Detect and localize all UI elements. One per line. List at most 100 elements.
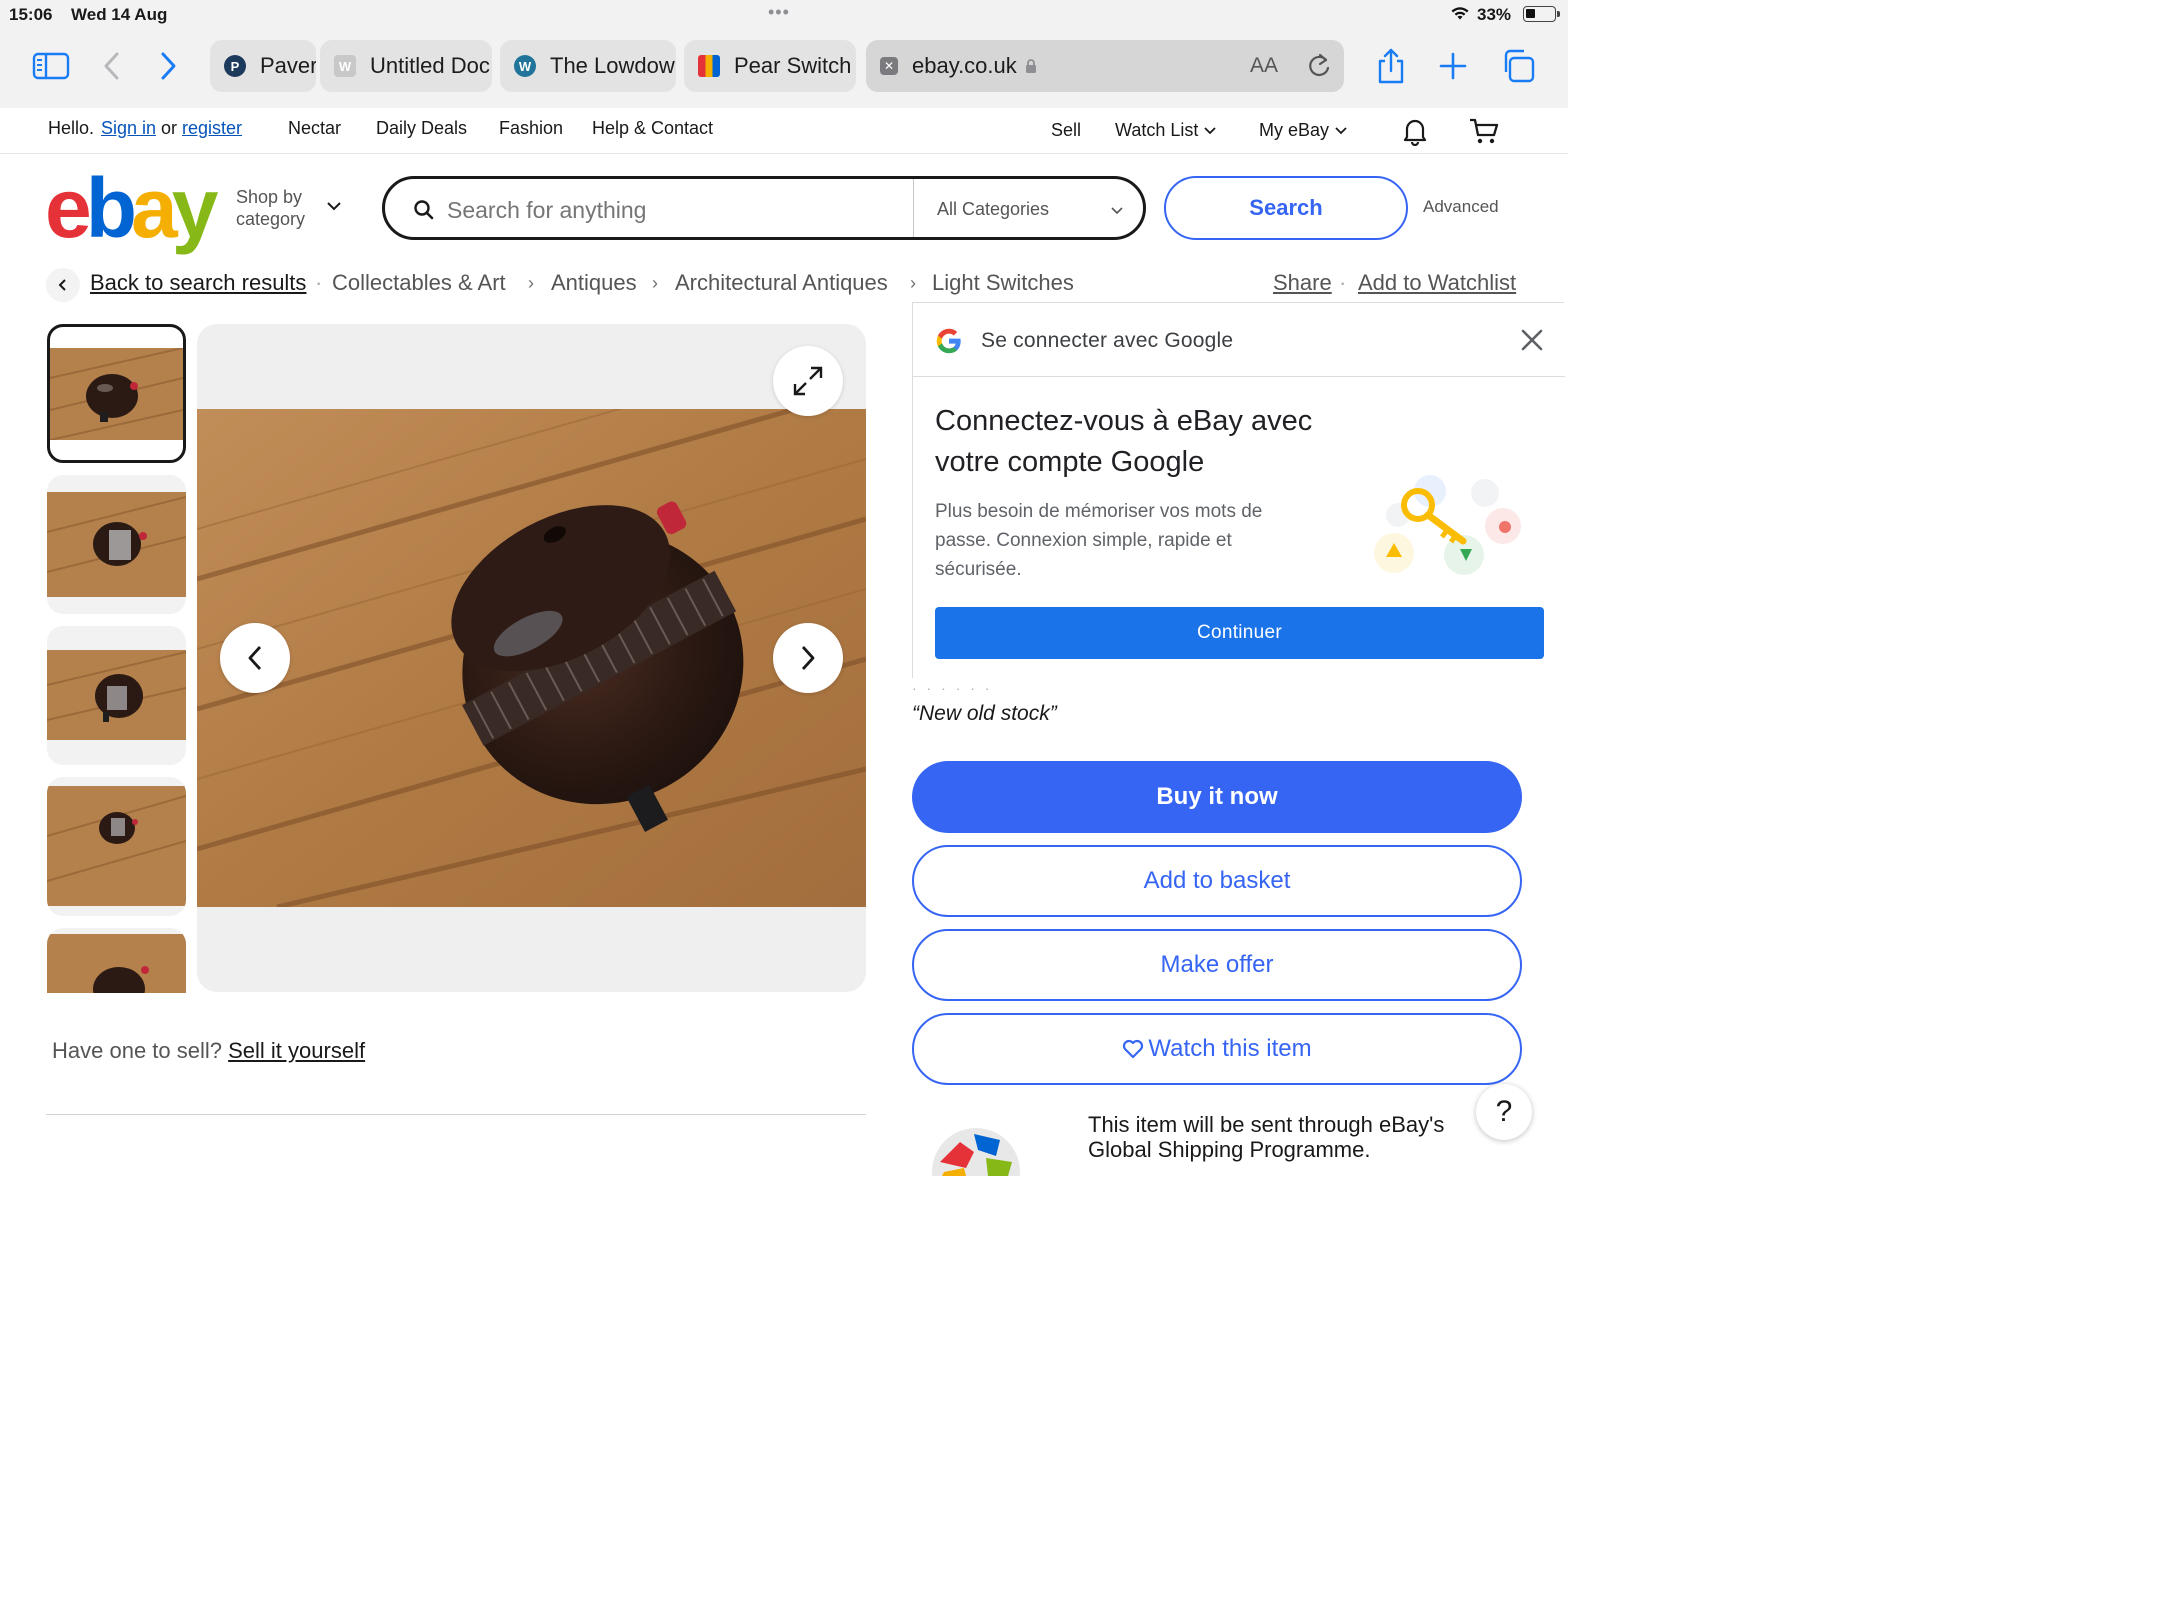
ebay-top-nav: Hello. Sign in or register Nectar Daily … bbox=[0, 108, 1568, 154]
wifi-icon bbox=[1451, 7, 1469, 20]
chevron-left-icon bbox=[58, 279, 66, 291]
status-time: 15:06 bbox=[9, 5, 53, 24]
cart-icon[interactable] bbox=[1468, 116, 1500, 146]
register-link[interactable]: register bbox=[182, 118, 242, 139]
chevron-right-icon bbox=[801, 646, 815, 670]
close-tab-icon[interactable]: ✕ bbox=[880, 57, 898, 75]
previous-image-button[interactable] bbox=[220, 623, 290, 693]
search-divider bbox=[913, 179, 914, 237]
product-thumbnail-image bbox=[47, 934, 186, 993]
nav-link-daily-deals[interactable]: Daily Deals bbox=[376, 118, 467, 139]
thumbnail-5[interactable] bbox=[47, 928, 186, 993]
battery-percent: 33% bbox=[1477, 5, 1512, 24]
heart-icon bbox=[1123, 1039, 1144, 1059]
product-main-image bbox=[197, 409, 866, 907]
google-popup-heading: Connectez-vous à eBay avec votre compte … bbox=[935, 405, 1313, 478]
multitasking-dots-icon[interactable]: ••• bbox=[768, 2, 790, 23]
reload-icon[interactable] bbox=[1306, 52, 1332, 80]
nav-link-nectar[interactable]: Nectar bbox=[288, 118, 341, 139]
breadcrumb-dot: · bbox=[1339, 270, 1347, 295]
rating-dots: · · · · · · bbox=[912, 680, 993, 696]
logo-letter: y bbox=[171, 161, 219, 255]
back-to-results-link[interactable]: Back to search results bbox=[90, 270, 306, 296]
google-popup-header: Se connecter avec Google bbox=[913, 303, 1565, 377]
advanced-search-link[interactable]: Advanced bbox=[1423, 197, 1499, 217]
breadcrumb-item[interactable]: Collectables & Art bbox=[332, 270, 506, 296]
add-to-watchlist-link[interactable]: Add to Watchlist bbox=[1358, 270, 1516, 296]
breadcrumb-item[interactable]: Architectural Antiques bbox=[675, 270, 888, 296]
lock-icon bbox=[1025, 59, 1036, 73]
shop-by-label: Shop by bbox=[236, 187, 303, 207]
sell-link[interactable]: Sell bbox=[1051, 120, 1081, 141]
breadcrumb-item[interactable]: Light Switches bbox=[932, 270, 1074, 296]
tab-title: The Lowdow bbox=[550, 53, 675, 78]
share-icon[interactable] bbox=[1372, 46, 1410, 86]
category-select[interactable]: All Categories bbox=[937, 199, 1049, 220]
product-thumbnail-image bbox=[47, 650, 186, 740]
thumbnail-2[interactable] bbox=[47, 475, 186, 614]
browser-tab-paver[interactable]: P Paver bbox=[210, 40, 316, 92]
search-icon bbox=[414, 200, 434, 220]
tab-title: Pear Switch bbox=[734, 53, 852, 78]
google-signin-popup: Se connecter avec Google Connectez-vous … bbox=[912, 302, 1565, 678]
back-chevron-button[interactable] bbox=[46, 268, 80, 302]
thumbnail-1[interactable] bbox=[47, 324, 186, 463]
notification-bell-icon[interactable] bbox=[1401, 116, 1429, 146]
sign-in-link[interactable]: Sign in bbox=[101, 118, 156, 139]
doc-favicon-icon: W bbox=[334, 55, 356, 77]
nav-link-fashion[interactable]: Fashion bbox=[499, 118, 563, 139]
global-shipping-note: This item will be sent through eBay's Gl… bbox=[1088, 1112, 1445, 1162]
close-icon[interactable] bbox=[1519, 327, 1545, 353]
help-button[interactable]: ? bbox=[1476, 1084, 1532, 1140]
search-input[interactable]: Search for anything bbox=[447, 197, 646, 224]
watch-list-label: Watch List bbox=[1115, 120, 1199, 140]
wordpress-favicon-icon: W bbox=[514, 55, 536, 77]
make-offer-button[interactable]: Make offer bbox=[912, 929, 1522, 1001]
sell-it-yourself-link[interactable]: Sell it yourself bbox=[228, 1038, 365, 1063]
shop-by-category-button[interactable]: Shop by category bbox=[236, 186, 341, 230]
status-date: Wed 14 Aug bbox=[71, 5, 168, 24]
logo-letter: a bbox=[131, 161, 178, 255]
watch-label: Watch this item bbox=[1148, 1035, 1312, 1062]
ebay-logo[interactable]: ebay bbox=[45, 166, 218, 250]
thumbnail-3[interactable] bbox=[47, 626, 186, 765]
main-image-viewer[interactable] bbox=[197, 324, 866, 992]
key-illustration-icon bbox=[1374, 475, 1521, 575]
address-bar-url[interactable]: ebay.co.uk bbox=[912, 53, 1017, 79]
fullscreen-button[interactable] bbox=[773, 346, 843, 416]
forward-arrow-icon[interactable] bbox=[154, 46, 182, 86]
browser-chrome: 15:06 Wed 14 Aug ••• 33% P Paver W Untit… bbox=[0, 0, 1568, 108]
nav-link-help-contact[interactable]: Help & Contact bbox=[592, 118, 713, 139]
divider bbox=[46, 1114, 866, 1115]
tab-overview-icon[interactable] bbox=[1498, 46, 1538, 86]
sell-prompt-text: Have one to sell? bbox=[52, 1038, 222, 1063]
sell-prompt: Have one to sell? Sell it yourself bbox=[52, 1038, 365, 1064]
chevron-right-icon: › bbox=[910, 273, 916, 293]
thumbnail-4[interactable] bbox=[47, 777, 186, 916]
sidebar-toggle-icon[interactable] bbox=[30, 46, 72, 86]
watch-list-menu[interactable]: Watch List bbox=[1115, 120, 1217, 141]
back-arrow-icon[interactable] bbox=[98, 46, 126, 86]
my-ebay-menu[interactable]: My eBay bbox=[1259, 120, 1348, 141]
chevron-down-icon bbox=[1335, 127, 1347, 135]
share-link[interactable]: Share bbox=[1273, 270, 1332, 296]
add-to-basket-button[interactable]: Add to basket bbox=[912, 845, 1522, 917]
next-image-button[interactable] bbox=[773, 623, 843, 693]
browser-tab-untitled-doc[interactable]: W Untitled Doc bbox=[320, 40, 492, 92]
watch-this-item-button[interactable]: Watch this item bbox=[912, 1013, 1522, 1085]
chevron-right-icon: › bbox=[528, 273, 534, 293]
browser-tab-pear-switch[interactable]: Pear Switch bbox=[684, 40, 856, 92]
new-tab-plus-icon[interactable] bbox=[1436, 46, 1470, 86]
reader-aa-button[interactable]: AA bbox=[1250, 54, 1278, 78]
product-thumbnail-image bbox=[47, 786, 186, 906]
breadcrumb-item[interactable]: Antiques bbox=[551, 270, 637, 296]
browser-tab-lowdown[interactable]: W The Lowdow bbox=[500, 40, 676, 92]
paver-favicon-icon: P bbox=[224, 55, 246, 77]
battery-icon bbox=[1523, 6, 1560, 22]
buy-it-now-button[interactable]: Buy it now bbox=[912, 761, 1522, 833]
browser-tab-ebay[interactable]: ✕ ebay.co.uk AA bbox=[866, 40, 1344, 92]
shopping-bag-favicon-icon bbox=[698, 55, 720, 77]
search-button[interactable]: Search bbox=[1164, 176, 1408, 240]
google-continue-button[interactable]: Continuer bbox=[935, 607, 1544, 659]
product-thumbnail-image bbox=[47, 492, 186, 597]
